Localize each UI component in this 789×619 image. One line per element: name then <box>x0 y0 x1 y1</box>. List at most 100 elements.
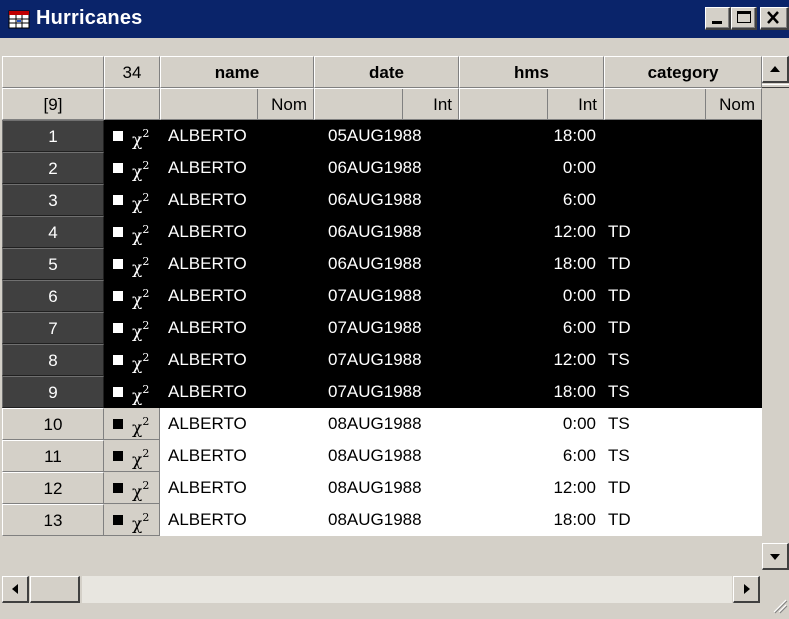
row-number[interactable]: 1 <box>2 120 104 152</box>
cell-category[interactable]: TS <box>604 376 762 408</box>
cell-date[interactable]: 07AUG1988 <box>314 376 459 408</box>
horizontal-scroll-track[interactable] <box>82 576 732 603</box>
cell-category[interactable]: TD <box>604 216 762 248</box>
measure-level-hms[interactable]: Int <box>547 89 603 119</box>
vertical-scrollbar[interactable] <box>762 56 789 572</box>
cell-name[interactable]: ALBERTO <box>160 248 314 280</box>
cell-name[interactable]: ALBERTO <box>160 312 314 344</box>
cell-date[interactable]: 07AUG1988 <box>314 280 459 312</box>
cell-name[interactable]: ALBERTO <box>160 184 314 216</box>
row-number[interactable]: 2 <box>2 152 104 184</box>
row-number[interactable]: 11 <box>2 440 104 472</box>
vertical-scroll-thumb[interactable] <box>762 84 789 88</box>
table-row[interactable]: 9 χ2 ALBERTO 07AUG1988 18:00 TS <box>0 376 762 408</box>
cell-category[interactable]: TS <box>604 440 762 472</box>
cell-date[interactable]: 08AUG1988 <box>314 408 459 440</box>
table-row[interactable]: 2 χ2 ALBERTO 06AUG1988 0:00 <box>0 152 762 184</box>
cell-date[interactable]: 08AUG1988 <box>314 472 459 504</box>
row-number[interactable]: 13 <box>2 504 104 536</box>
cell-hms[interactable]: 12:00 <box>459 472 604 504</box>
close-button[interactable] <box>760 7 789 30</box>
cell-hms[interactable]: 12:00 <box>459 216 604 248</box>
scroll-up-button[interactable] <box>762 56 789 83</box>
cell-date[interactable]: 05AUG1988 <box>314 120 459 152</box>
cell-date[interactable]: 06AUG1988 <box>314 216 459 248</box>
cell-name[interactable]: ALBERTO <box>160 408 314 440</box>
row-number[interactable]: 7 <box>2 312 104 344</box>
row-number[interactable]: 10 <box>2 408 104 440</box>
cell-category[interactable]: TS <box>604 344 762 376</box>
cell-date[interactable]: 07AUG1988 <box>314 344 459 376</box>
cell-category[interactable]: TD <box>604 312 762 344</box>
cell-hms[interactable]: 0:00 <box>459 280 604 312</box>
measure-date-cell[interactable]: Int <box>314 88 459 120</box>
measure-hms-cell[interactable]: Int <box>459 88 604 120</box>
table-row[interactable]: 11 χ2 ALBERTO 08AUG1988 6:00 TS <box>0 440 762 472</box>
cell-date[interactable]: 07AUG1988 <box>314 312 459 344</box>
horizontal-scroll-thumb[interactable] <box>30 576 80 603</box>
table-row[interactable]: 5 χ2 ALBERTO 06AUG1988 18:00 TD <box>0 248 762 280</box>
row-number[interactable]: 4 <box>2 216 104 248</box>
measure-level-category[interactable]: Nom <box>705 89 761 119</box>
column-header-date[interactable]: date <box>314 56 459 88</box>
column-header-category[interactable]: category <box>604 56 762 88</box>
row-number[interactable]: 8 <box>2 344 104 376</box>
cell-category[interactable] <box>604 184 762 216</box>
cell-date[interactable]: 06AUG1988 <box>314 184 459 216</box>
cell-hms[interactable]: 18:00 <box>459 248 604 280</box>
maximize-button[interactable] <box>731 7 757 30</box>
measure-name-cell[interactable]: Nom <box>160 88 314 120</box>
title-bar[interactable]: Hurricanes <box>0 0 789 38</box>
resize-grip[interactable] <box>762 572 789 614</box>
cell-category[interactable]: TD <box>604 280 762 312</box>
table-row[interactable]: 10 χ2 ALBERTO 08AUG1988 0:00 TS <box>0 408 762 440</box>
measure-level-date[interactable]: Int <box>402 89 458 119</box>
cell-category[interactable]: TD <box>604 472 762 504</box>
cell-hms[interactable]: 6:00 <box>459 184 604 216</box>
cell-category[interactable]: TD <box>604 248 762 280</box>
cell-category[interactable]: TD <box>604 504 762 536</box>
cell-category[interactable] <box>604 152 762 184</box>
cell-category[interactable]: TS <box>604 408 762 440</box>
cell-hms[interactable]: 6:00 <box>459 440 604 472</box>
measure-level-name[interactable]: Nom <box>257 89 313 119</box>
cell-hms[interactable]: 0:00 <box>459 408 604 440</box>
cell-name[interactable]: ALBERTO <box>160 504 314 536</box>
table-row[interactable]: 6 χ2 ALBERTO 07AUG1988 0:00 TD <box>0 280 762 312</box>
row-number[interactable]: 5 <box>2 248 104 280</box>
table-row[interactable]: 1 χ2 ALBERTO 05AUG1988 18:00 <box>0 120 762 152</box>
cell-hms[interactable]: 0:00 <box>459 152 604 184</box>
cell-name[interactable]: ALBERTO <box>160 440 314 472</box>
row-number[interactable]: 6 <box>2 280 104 312</box>
cell-date[interactable]: 08AUG1988 <box>314 440 459 472</box>
cell-hms[interactable]: 18:00 <box>459 504 604 536</box>
table-row[interactable]: 13 χ2 ALBERTO 08AUG1988 18:00 TD <box>0 504 762 536</box>
table-row[interactable]: 12 χ2 ALBERTO 08AUG1988 12:00 TD <box>0 472 762 504</box>
cell-hms[interactable]: 6:00 <box>459 312 604 344</box>
cell-name[interactable]: ALBERTO <box>160 472 314 504</box>
column-header-hms[interactable]: hms <box>459 56 604 88</box>
horizontal-scrollbar[interactable] <box>0 572 762 614</box>
table-row[interactable]: 8 χ2 ALBERTO 07AUG1988 12:00 TS <box>0 344 762 376</box>
row-number[interactable]: 3 <box>2 184 104 216</box>
cell-date[interactable]: 06AUG1988 <box>314 248 459 280</box>
cell-date[interactable]: 06AUG1988 <box>314 152 459 184</box>
cell-date[interactable]: 08AUG1988 <box>314 504 459 536</box>
minimize-button[interactable] <box>705 7 731 30</box>
scroll-left-button[interactable] <box>2 576 29 603</box>
table-row[interactable]: 3 χ2 ALBERTO 06AUG1988 6:00 <box>0 184 762 216</box>
cell-hms[interactable]: 18:00 <box>459 120 604 152</box>
cell-name[interactable]: ALBERTO <box>160 216 314 248</box>
cell-category[interactable] <box>604 120 762 152</box>
cell-name[interactable]: ALBERTO <box>160 152 314 184</box>
cell-name[interactable]: ALBERTO <box>160 120 314 152</box>
cell-name[interactable]: ALBERTO <box>160 280 314 312</box>
column-header-name[interactable]: name <box>160 56 314 88</box>
measure-category-cell[interactable]: Nom <box>604 88 762 120</box>
cell-hms[interactable]: 18:00 <box>459 376 604 408</box>
cell-name[interactable]: ALBERTO <box>160 344 314 376</box>
scroll-right-button[interactable] <box>733 576 760 603</box>
table-row[interactable]: 7 χ2 ALBERTO 07AUG1988 6:00 TD <box>0 312 762 344</box>
table-row[interactable]: 4 χ2 ALBERTO 06AUG1988 12:00 TD <box>0 216 762 248</box>
row-number[interactable]: 12 <box>2 472 104 504</box>
